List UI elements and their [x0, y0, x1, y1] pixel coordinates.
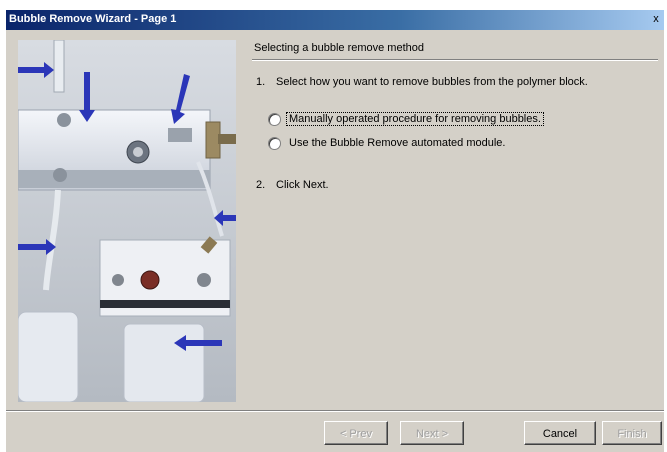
title-bar[interactable]: Bubble Remove Wizard - Page 1 x	[6, 10, 664, 30]
option-automated[interactable]: Use the Bubble Remove automated module.	[268, 135, 507, 151]
radio-button-automated[interactable]	[268, 136, 281, 150]
close-icon[interactable]: x	[649, 12, 663, 26]
option-automated-label[interactable]: Use the Bubble Remove automated module.	[287, 137, 507, 149]
step-1-number: 1.	[256, 76, 266, 88]
next-button[interactable]: Next >	[400, 421, 464, 445]
heading-divider	[252, 59, 658, 60]
instrument-photo	[18, 40, 236, 402]
prev-button[interactable]: < Prev	[324, 421, 388, 445]
step-2-number: 2.	[256, 179, 266, 191]
option-manual-label[interactable]: Manually operated procedure for removing…	[286, 112, 544, 126]
cancel-button[interactable]: Cancel	[524, 421, 596, 445]
wizard-dialog: Bubble Remove Wizard - Page 1 x Selectin…	[6, 10, 664, 452]
polymer-block-illustration	[18, 40, 236, 402]
option-manual[interactable]: Manually operated procedure for removing…	[268, 111, 544, 127]
step-2-instruction: Click Next.	[276, 179, 329, 191]
finish-button[interactable]: Finish	[602, 421, 662, 445]
button-separator	[6, 410, 664, 411]
page-heading: Selecting a bubble remove method	[254, 42, 424, 54]
window-title: Bubble Remove Wizard - Page 1	[9, 13, 177, 25]
step-1-instruction: Select how you want to remove bubbles fr…	[276, 76, 588, 88]
radio-button-manual[interactable]	[268, 112, 281, 126]
